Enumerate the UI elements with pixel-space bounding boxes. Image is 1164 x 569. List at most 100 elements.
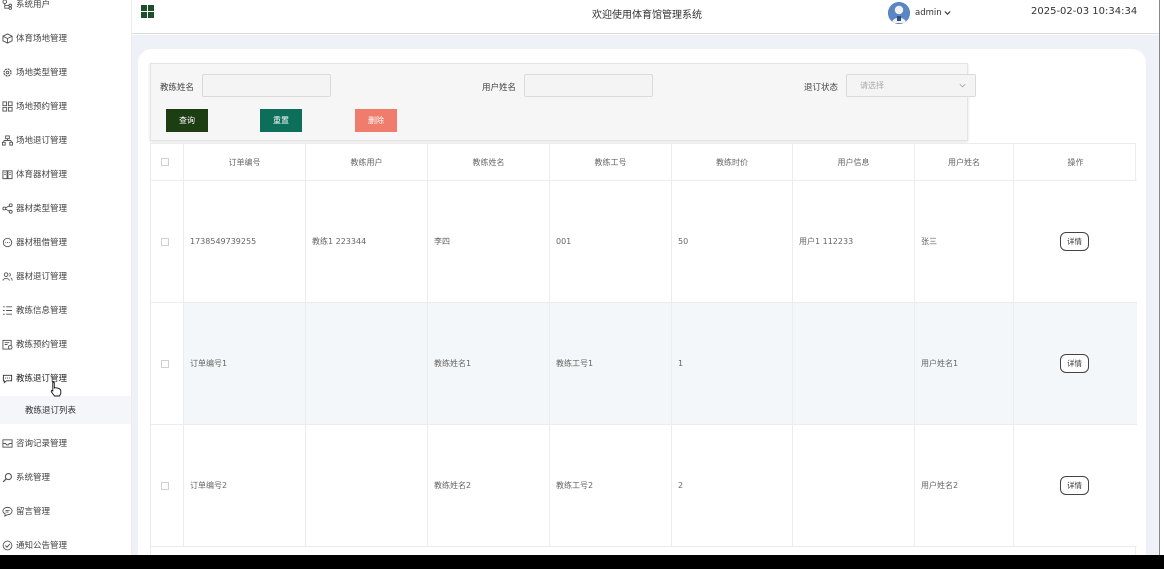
- column-header[interactable]: 教练用户: [306, 144, 428, 180]
- delete-button[interactable]: 删除: [355, 109, 397, 132]
- calendar-icon: [1, 338, 14, 351]
- site-title: 欢迎使用体育馆管理系统: [592, 10, 702, 21]
- cube-icon: [1, 32, 14, 45]
- detail-button[interactable]: 详情: [1060, 354, 1089, 373]
- coach-user-cell: [306, 425, 428, 546]
- sidebar-item-system-admin[interactable]: 系统管理: [0, 467, 131, 487]
- cancel-status-label: 退订状态: [804, 83, 839, 93]
- coach-name-input[interactable]: [202, 74, 331, 97]
- sidebar-item-venue-booking[interactable]: 场地预约管理: [0, 96, 131, 116]
- column-header[interactable]: 用户姓名: [915, 144, 1014, 180]
- action-cell: 详情: [1014, 181, 1137, 302]
- select-all-cell: [151, 144, 184, 180]
- sidebar-item-label: 场地退订管理: [16, 136, 68, 146]
- column-header[interactable]: 教练姓名: [428, 144, 550, 180]
- sidebar-subitem-coach-cancel-list[interactable]: 教练退订列表: [0, 396, 131, 424]
- chevron-down-icon: [959, 83, 966, 88]
- query-button[interactable]: 查询: [166, 109, 208, 132]
- status-placeholder: 请选择: [860, 81, 884, 90]
- user-menu[interactable]: admin: [915, 8, 951, 18]
- sitemap-icon: [1, 134, 14, 147]
- order-no-cell: 订单编号1: [184, 303, 306, 424]
- coach-no-cell: 教练工号1: [550, 303, 672, 424]
- sidebar-item-coach-booking[interactable]: 教练预约管理: [0, 334, 131, 354]
- column-header[interactable]: 用户信息: [793, 144, 915, 180]
- coach-user-cell: [306, 303, 428, 424]
- sidebar-item-equipment-types[interactable]: 器材类型管理: [0, 198, 131, 218]
- sidebar-item-messages[interactable]: 留言管理: [0, 501, 131, 521]
- sidebar-item-system-users[interactable]: 系统用户: [0, 0, 131, 14]
- order-no-cell: 1738549739255: [184, 181, 306, 302]
- sidebar-item-venue-cancel[interactable]: 场地退订管理: [0, 130, 131, 150]
- sidebar-item-consultation[interactable]: 咨询记录管理: [0, 433, 131, 453]
- select-all-checkbox[interactable]: [161, 158, 169, 166]
- datetime-display: 2025-02-03 10:34:34: [1031, 6, 1138, 17]
- row-select-cell: [151, 181, 184, 302]
- user-info-cell: [793, 303, 915, 424]
- price-cell: 50: [672, 181, 793, 302]
- sidebar-item-label: 教练预约管理: [16, 340, 68, 350]
- avatar[interactable]: [888, 2, 910, 24]
- sidebar-item-label: 场地预约管理: [16, 102, 68, 112]
- sidebar-item-equipment[interactable]: 体育器材管理: [0, 164, 131, 184]
- comment-icon: [1, 505, 14, 518]
- users-icon: [1, 270, 14, 283]
- row-checkbox[interactable]: [161, 359, 169, 368]
- sidebar-subitem-label: 教练退订列表: [25, 406, 77, 416]
- action-cell: 详情: [1014, 303, 1137, 424]
- sidebar-item-label: 咨询记录管理: [16, 439, 68, 449]
- top-header: 欢迎使用体育馆管理系统 admin 2025-02-03 10:34:34: [132, 0, 1159, 34]
- row-select-cell: [151, 425, 184, 546]
- detail-button[interactable]: 详情: [1060, 232, 1089, 251]
- coach-name-label: 教练姓名: [160, 83, 195, 93]
- reset-button[interactable]: 重置: [260, 109, 302, 132]
- check-circle-icon: [1, 539, 14, 552]
- sidebar-item-label: 器材租借管理: [16, 238, 68, 248]
- column-header: 操作: [1067, 157, 1084, 167]
- sidebar-item-label: 体育场地管理: [16, 34, 68, 44]
- sidebar-item-label: 系统管理: [16, 473, 51, 483]
- content-panel: 教练姓名 用户姓名 退订状态 请选择 查询 重置 删除 订单编号 教练用户 教练…: [138, 49, 1146, 555]
- price-cell: 2: [672, 425, 793, 546]
- sidebar-item-coach-info[interactable]: 教练信息管理: [0, 300, 131, 320]
- search-form: 教练姓名 用户姓名 退订状态 请选择 查询 重置 删除: [150, 63, 976, 141]
- user-name-cell: 用户姓名2: [915, 425, 1014, 546]
- sidebar-item-equipment-cancel[interactable]: 器材退订管理: [0, 266, 131, 286]
- user-info-cell: 用户1 112233: [793, 181, 915, 302]
- share-icon: [1, 202, 14, 215]
- coach-name-cell: 教练姓名2: [428, 425, 550, 546]
- row-checkbox[interactable]: [161, 237, 169, 246]
- user-tree-icon: [1, 0, 14, 11]
- column-header[interactable]: 订单编号: [184, 144, 306, 180]
- order-no-cell: 订单编号2: [184, 425, 306, 546]
- coach-name-cell: 教练姓名1: [428, 303, 550, 424]
- row-select-cell: [151, 303, 184, 424]
- sidebar-item-announcements[interactable]: 通知公告管理: [0, 535, 131, 555]
- main-content: 教练姓名 用户姓名 退订状态 请选择 查询 重置 删除 订单编号 教练用户 教练…: [132, 35, 1159, 555]
- column-header[interactable]: 教练时价: [672, 144, 793, 180]
- menu-toggle-icon[interactable]: [141, 5, 154, 18]
- user-name-label: 用户姓名: [482, 83, 517, 93]
- cancel-status-select[interactable]: 请选择: [846, 74, 976, 97]
- sidebar-item-label: 通知公告管理: [16, 541, 68, 551]
- list-icon: [1, 304, 14, 317]
- sidebar-item-venues[interactable]: 体育场地管理: [0, 28, 131, 48]
- message-icon: [1, 372, 14, 385]
- mouse-cursor-icon: [50, 381, 62, 397]
- sidebar-item-venue-types[interactable]: 场地类型管理: [0, 62, 131, 82]
- username-text: admin: [915, 8, 942, 18]
- sidebar-item-equipment-rental[interactable]: 器材租借管理: [0, 232, 131, 252]
- table-row: 1738549739255 教练1 223344 李四 001 50 用户1 1…: [151, 181, 1137, 303]
- user-name-input[interactable]: [524, 74, 653, 97]
- table-row: 订单编号2 教练姓名2 教练工号2 2 用户姓名2 详情: [151, 425, 1137, 547]
- coach-name-cell: 李四: [428, 181, 550, 302]
- row-checkbox[interactable]: [161, 481, 169, 490]
- column-header[interactable]: 教练工号: [550, 144, 672, 180]
- action-cell: 详情: [1014, 425, 1137, 546]
- sidebar-item-label: 系统用户: [16, 0, 51, 10]
- inbox-icon: [1, 437, 14, 450]
- sidebar-item-coach-cancel[interactable]: 教练退订管理: [0, 368, 131, 388]
- detail-button[interactable]: 详情: [1060, 476, 1089, 495]
- user-name-cell: 用户姓名1: [915, 303, 1014, 424]
- gear-icon: [1, 66, 14, 79]
